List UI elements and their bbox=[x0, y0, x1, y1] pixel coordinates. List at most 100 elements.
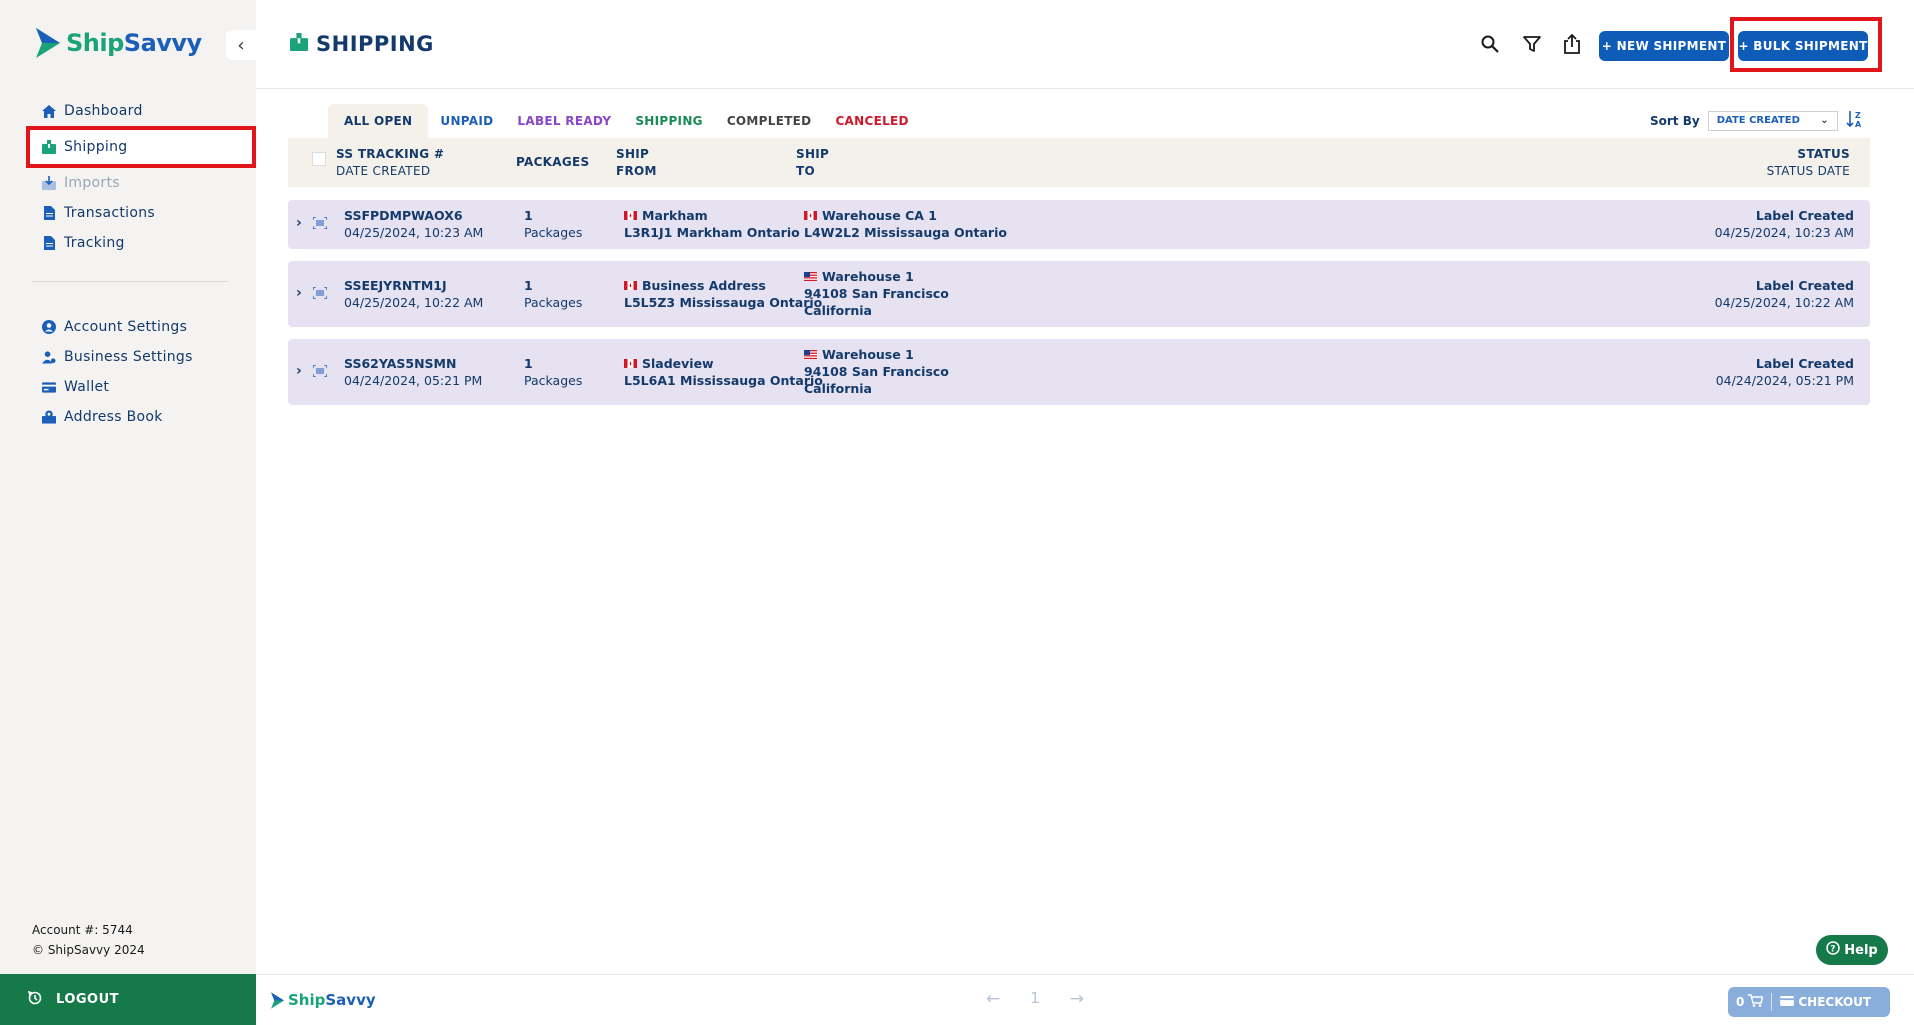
checkout-button[interactable]: 0 CHECKOUT bbox=[1728, 987, 1890, 1017]
cart-summary[interactable]: 0 bbox=[1728, 987, 1771, 1017]
packages-count: 1 bbox=[524, 356, 533, 371]
canada-flag-icon bbox=[624, 207, 637, 220]
document-icon bbox=[42, 206, 56, 220]
sort-direction-icon[interactable]: ZA bbox=[1846, 110, 1864, 131]
sidebar-item-tracking[interactable]: Tracking bbox=[30, 228, 250, 258]
tracking-number[interactable]: SSEEJYRNTM1J bbox=[344, 277, 483, 294]
chevron-right-icon[interactable]: › bbox=[296, 285, 302, 301]
header: SHIPPING + NEW SHIPMENT + BULK SHIPMENT bbox=[256, 0, 1914, 89]
table-row[interactable]: › SS62YAS5NSMN 04/24/2024, 05:21 PM 1 Pa… bbox=[288, 339, 1870, 405]
status-cell: Label Created 04/24/2024, 05:21 PM bbox=[1716, 355, 1854, 389]
chevron-right-icon[interactable]: › bbox=[296, 215, 302, 231]
barcode-scan-icon[interactable] bbox=[312, 286, 328, 302]
sidebar-item-imports[interactable]: Imports bbox=[30, 168, 250, 198]
table-row[interactable]: › SSFPDMPWAOX6 04/25/2024, 10:23 AM 1 Pa… bbox=[288, 200, 1870, 249]
table-row[interactable]: › SSEEJYRNTM1J 04/25/2024, 10:22 AM 1 Pa… bbox=[288, 261, 1870, 327]
chevron-right-icon[interactable]: › bbox=[296, 363, 302, 379]
tab-canceled[interactable]: CANCELED bbox=[823, 104, 920, 138]
next-page-icon[interactable]: → bbox=[1070, 989, 1084, 1009]
header-packages[interactable]: PACKAGES bbox=[516, 154, 589, 171]
tab-all-open[interactable]: ALL OPEN bbox=[328, 104, 429, 138]
header-ship-to-label: SHIP bbox=[796, 147, 830, 161]
packages-label: Packages bbox=[524, 295, 583, 310]
tab-label-ready[interactable]: LABEL READY bbox=[505, 104, 623, 138]
main-nav: Dashboard Shipping Imports Transactions … bbox=[26, 96, 256, 258]
help-button[interactable]: ? Help bbox=[1816, 935, 1888, 965]
sidebar-item-label: Shipping bbox=[64, 139, 128, 155]
status-text: Label Created bbox=[1755, 208, 1854, 223]
home-icon bbox=[42, 104, 56, 118]
logo-mark-icon bbox=[271, 991, 284, 1009]
sidebar-item-wallet[interactable]: Wallet bbox=[30, 372, 250, 402]
table-header: SS TRACKING # DATE CREATED PACKAGES SHIP… bbox=[288, 138, 1870, 187]
select-all-checkbox[interactable] bbox=[312, 152, 326, 166]
package-icon bbox=[290, 32, 308, 56]
ship-from-cell: Sladeview L5L6A1 Mississauga Ontario bbox=[624, 355, 823, 389]
packages-count: 1 bbox=[524, 208, 533, 223]
account-number: Account #: 5744 bbox=[32, 923, 133, 937]
help-label: Help bbox=[1844, 942, 1878, 958]
footer: ShipSavvy ← 1 → 0 CHECKOUT bbox=[256, 974, 1914, 1025]
sidebar-item-dashboard[interactable]: Dashboard bbox=[30, 96, 250, 126]
header-ship-from[interactable]: SHIP FROM bbox=[616, 146, 657, 180]
sidebar-item-transactions[interactable]: Transactions bbox=[30, 198, 250, 228]
logout-button[interactable]: LOGOUT bbox=[0, 974, 256, 1025]
tracking-number[interactable]: SSFPDMPWAOX6 bbox=[344, 207, 483, 224]
sidebar-item-label: Account Settings bbox=[64, 319, 188, 335]
sidebar-item-label: Imports bbox=[64, 175, 120, 191]
credit-card-icon bbox=[42, 380, 56, 394]
header-status-label: STATUS bbox=[1797, 147, 1850, 161]
tracking-cell: SSFPDMPWAOX6 04/25/2024, 10:23 AM bbox=[344, 207, 483, 241]
barcode-scan-icon[interactable] bbox=[312, 364, 328, 380]
header-ship-to[interactable]: SHIP TO bbox=[796, 146, 829, 180]
header-tracking[interactable]: SS TRACKING # DATE CREATED bbox=[336, 146, 444, 180]
sidebar-item-business-settings[interactable]: Business Settings bbox=[30, 342, 250, 372]
header-status[interactable]: STATUS STATUS DATE bbox=[1767, 146, 1850, 180]
filter-icon[interactable] bbox=[1520, 32, 1544, 56]
ship-from-cell: Markham L3R1J1 Markham Ontario bbox=[624, 207, 800, 241]
shipsavvy-logo[interactable]: ShipSavvy bbox=[34, 28, 202, 58]
tab-completed[interactable]: COMPLETED bbox=[715, 104, 824, 138]
status-date: 04/25/2024, 10:22 AM bbox=[1714, 295, 1854, 310]
tab-shipping[interactable]: SHIPPING bbox=[623, 104, 715, 138]
tab-label: ALL OPEN bbox=[344, 114, 413, 128]
tab-label: LABEL READY bbox=[517, 114, 612, 128]
canada-flag-icon bbox=[624, 355, 637, 368]
new-shipment-button[interactable]: + NEW SHIPMENT bbox=[1599, 31, 1729, 61]
sidebar-item-shipping[interactable]: Shipping bbox=[26, 126, 256, 168]
sort-select[interactable]: DATE CREATED ⌄ bbox=[1707, 110, 1838, 131]
to-address: 94108 San Francisco bbox=[804, 364, 949, 379]
logo-mark-icon bbox=[36, 28, 60, 58]
svg-text:Z: Z bbox=[1855, 111, 1861, 120]
tracking-cell: SSEEJYRNTM1J 04/25/2024, 10:22 AM bbox=[344, 277, 483, 311]
export-icon[interactable] bbox=[1560, 32, 1584, 56]
sidebar-item-label: Wallet bbox=[64, 379, 110, 395]
logout-icon bbox=[27, 990, 42, 1009]
from-name: Business Address bbox=[642, 278, 766, 293]
barcode-scan-icon[interactable] bbox=[312, 216, 328, 232]
account-info: Account #: 5744 © ShipSavvy 2024 bbox=[32, 920, 145, 960]
tab-unpaid[interactable]: UNPAID bbox=[428, 104, 505, 138]
ship-to-cell: Warehouse CA 1 L4W2L2 Mississauga Ontari… bbox=[804, 207, 1007, 241]
previous-page-icon[interactable]: ← bbox=[986, 989, 1000, 1009]
date-created: 04/25/2024, 10:22 AM bbox=[344, 295, 484, 310]
ship-to-cell: Warehouse 1 94108 San Francisco Californ… bbox=[804, 346, 949, 397]
sidebar-item-label: Tracking bbox=[64, 235, 125, 251]
search-icon[interactable] bbox=[1478, 32, 1502, 56]
us-flag-icon bbox=[804, 346, 817, 359]
checkout-label: CHECKOUT bbox=[1798, 995, 1872, 1009]
svg-text:A: A bbox=[1855, 120, 1862, 128]
tracking-number[interactable]: SS62YAS5NSMN bbox=[344, 355, 482, 372]
sort-selected-value: DATE CREATED bbox=[1716, 115, 1800, 126]
ship-to-cell: Warehouse 1 94108 San Francisco Californ… bbox=[804, 268, 949, 319]
date-created: 04/25/2024, 10:23 AM bbox=[344, 225, 484, 240]
question-circle-icon: ? bbox=[1826, 941, 1841, 959]
sidebar-item-account-settings[interactable]: Account Settings bbox=[30, 312, 250, 342]
import-icon bbox=[42, 176, 56, 190]
sidebar-item-address-book[interactable]: Address Book bbox=[30, 402, 250, 432]
status-text: Label Created bbox=[1755, 278, 1854, 293]
collapse-sidebar-button[interactable]: ‹ bbox=[226, 30, 256, 60]
checkout-action[interactable]: CHECKOUT bbox=[1772, 987, 1879, 1017]
to-address-line-2: California bbox=[804, 303, 872, 318]
sidebar-item-label: Address Book bbox=[64, 409, 163, 425]
